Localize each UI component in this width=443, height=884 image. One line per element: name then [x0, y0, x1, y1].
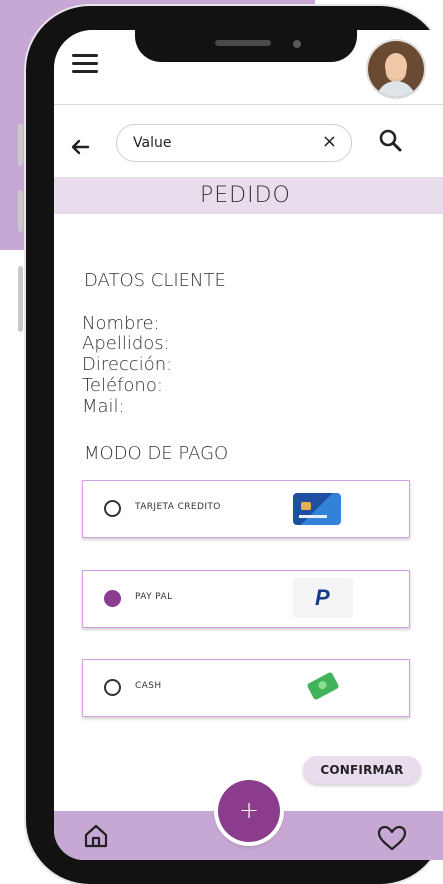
- search-icon[interactable]: [378, 128, 404, 154]
- paypal-logo-letter: P: [315, 585, 330, 610]
- payment-option-label: PAY PAL: [135, 592, 173, 602]
- topbar-divider: [54, 104, 443, 105]
- card-chip: [301, 502, 311, 510]
- home-icon[interactable]: [82, 822, 110, 850]
- camera-dot: [293, 40, 301, 48]
- radio-button[interactable]: [104, 500, 121, 517]
- arrow-left-icon[interactable]: [70, 136, 92, 158]
- payment-option-cash[interactable]: CASH: [82, 659, 410, 717]
- avatar-shirt: [376, 81, 416, 97]
- add-button[interactable]: +: [218, 780, 280, 842]
- client-section-title: DATOS CLIENTE: [84, 270, 226, 291]
- payment-option-paypal[interactable]: PAY PAL P: [82, 570, 410, 628]
- radio-button-selected[interactable]: [104, 590, 121, 607]
- menu-line: [72, 54, 98, 57]
- search-input[interactable]: Value ×: [116, 124, 352, 162]
- avatar[interactable]: [368, 41, 424, 97]
- payment-option-label: TARJETA CREDITO: [135, 502, 221, 512]
- client-name-label: Nombre:: [82, 313, 160, 334]
- client-mail-label: Mail:: [82, 396, 125, 417]
- confirm-button[interactable]: CONFIRMAR: [303, 756, 421, 784]
- page-title: PEDIDO: [200, 183, 291, 208]
- phone-side-button: [18, 124, 23, 166]
- avatar-face: [385, 53, 407, 79]
- payment-section-title: MODO DE PAGO: [84, 443, 229, 464]
- heart-icon[interactable]: [376, 824, 408, 852]
- speaker: [215, 40, 271, 46]
- menu-line: [72, 70, 98, 73]
- phone-side-button: [18, 266, 23, 332]
- client-address-label: Dirección:: [82, 354, 173, 375]
- close-icon[interactable]: ×: [322, 131, 337, 152]
- menu-icon[interactable]: [72, 54, 98, 74]
- payment-option-card[interactable]: TARJETA CREDITO: [82, 480, 410, 538]
- client-lastname-label: Apellidos:: [82, 333, 170, 354]
- credit-card-icon: [293, 493, 341, 525]
- payment-option-label: CASH: [135, 681, 162, 691]
- menu-line: [72, 62, 98, 65]
- client-phone-label: Teléfono:: [82, 375, 163, 396]
- radio-button[interactable]: [104, 679, 121, 696]
- search-value: Value: [133, 135, 172, 151]
- cash-icon: [306, 671, 340, 701]
- paypal-icon: P: [293, 578, 353, 618]
- card-stripe: [299, 515, 327, 518]
- phone-side-button: [18, 190, 23, 232]
